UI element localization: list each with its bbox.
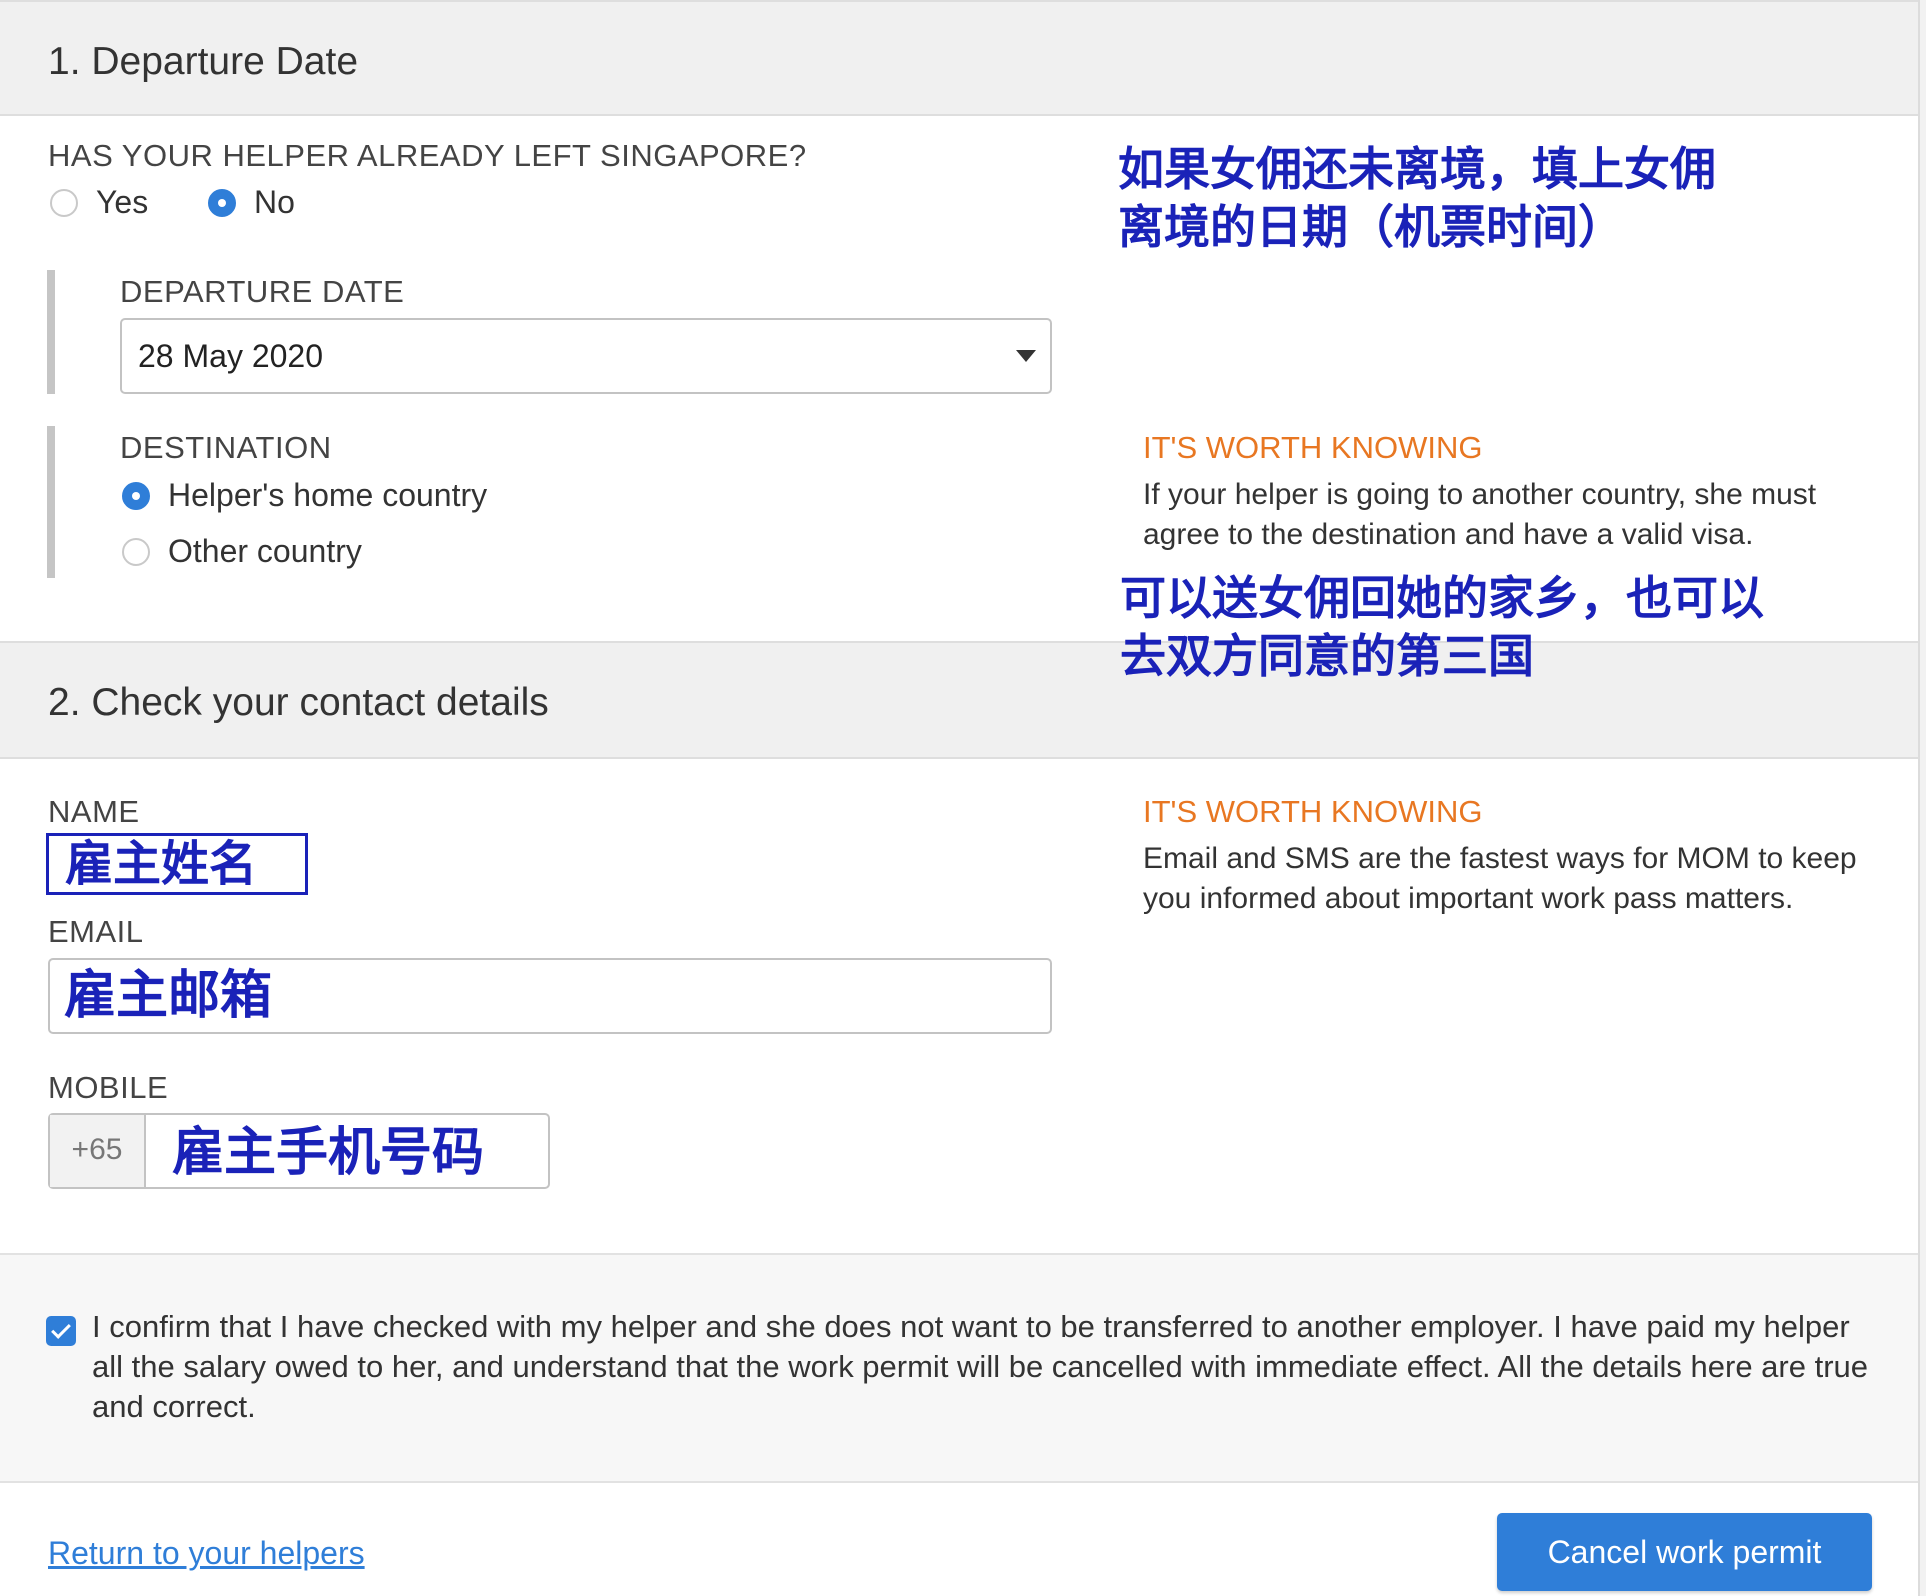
radio-yes-label[interactable]: Yes [96,184,148,221]
info-text-contact: Email and SMS are the fastest ways for M… [1143,842,1857,915]
left-singapore-question: HAS YOUR HELPER ALREADY LEFT SINGAPORE? [48,138,807,173]
mobile-prefix: +65 [50,1115,146,1187]
radio-other-country[interactable] [122,538,150,566]
annotation-departure: 如果女佣还未离境，填上女佣 离境的日期（机票时间） [1118,142,1716,254]
info-title-contact: IT'S WORTH KNOWING [1143,794,1483,829]
radio-other-country-label[interactable]: Other country [168,533,362,570]
departure-date-select[interactable]: 28 May 2020 [120,318,1052,394]
confirm-text: I confirm that I have checked with my he… [92,1309,1869,1424]
radio-home-country-label[interactable]: Helper's home country [168,477,487,514]
email-field[interactable]: 雇主邮箱 [48,958,1052,1034]
section-number: 1. [48,40,81,83]
section-title: Departure Date [91,40,359,83]
section-title: Check your contact details [91,681,549,724]
destination-label: DESTINATION [120,430,332,465]
section-number: 2. [48,681,81,724]
name-label: NAME [48,794,140,829]
info-text-departure: If your helper is going to another count… [1143,478,1817,551]
radio-yes[interactable] [50,189,78,217]
destination-group-bar [47,426,55,578]
section-header-departure: 1. Departure Date [0,0,1918,116]
annotation-destination: 可以送女佣回她的家乡，也可以 去双方同意的第三国 [1120,571,1764,683]
radio-no-label[interactable]: No [254,184,295,221]
departure-date-value: 28 May 2020 [138,338,324,374]
mobile-annotation: 雇主手机号码 [172,1123,485,1183]
return-to-helpers-link[interactable]: Return to your helpers [48,1535,365,1572]
mobile-field[interactable]: +65 雇主手机号码 [48,1113,550,1189]
page-edge [1918,0,1926,1596]
email-label: EMAIL [48,914,144,949]
mobile-label: MOBILE [48,1070,169,1105]
radio-home-country[interactable] [122,482,150,510]
name-annotation: 雇主姓名 [65,836,258,892]
name-value-box: 雇主姓名 [46,833,308,895]
radio-no[interactable] [208,189,236,217]
email-annotation: 雇主邮箱 [64,966,273,1026]
confirmation-panel: I confirm that I have checked with my he… [0,1253,1918,1483]
chevron-down-icon [1016,350,1036,362]
departure-date-group-bar [47,270,55,394]
departure-date-label: DEPARTURE DATE [120,274,405,309]
info-title-departure: IT'S WORTH KNOWING [1143,430,1483,465]
cancel-work-permit-button[interactable]: Cancel work permit [1497,1513,1872,1591]
confirm-checkbox[interactable] [46,1316,76,1346]
